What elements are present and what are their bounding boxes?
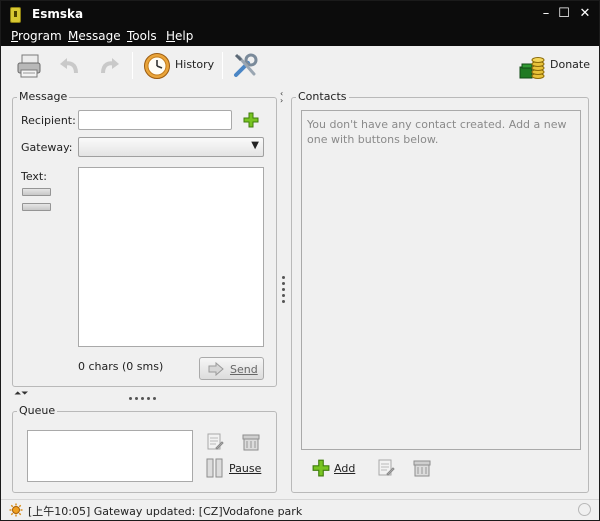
contacts-list[interactable]: You don't have any contact created. Add … xyxy=(301,110,581,450)
add-recipient-plus-icon[interactable] xyxy=(243,112,259,128)
history-button[interactable]: History xyxy=(175,58,214,71)
collapse-arrows-icon[interactable]: ⏶⏷ xyxy=(14,389,28,399)
message-legend: Message xyxy=(17,90,70,103)
toolbar: History Donate xyxy=(1,46,599,84)
gateway-update-sun-icon xyxy=(9,503,23,517)
message-panel: Message Recipient: Gateway: ▼ Text: 0 ch… xyxy=(12,90,277,387)
status-bar: [上午10:05] Gateway updated: [CZ]Vodafone … xyxy=(1,499,599,520)
app-window: Esmska – ☐ ✕ Program Message Tools Help xyxy=(0,0,600,521)
recipient-label: Recipient: xyxy=(21,114,76,127)
edit-queue-icon[interactable] xyxy=(205,432,225,452)
add-contact-button[interactable]: Add xyxy=(334,462,355,475)
gateway-select[interactable]: ▼ xyxy=(78,137,264,157)
vertical-splitter-grip[interactable] xyxy=(282,276,286,306)
menu-program[interactable]: Program xyxy=(11,29,62,44)
edit-contact-icon[interactable] xyxy=(376,458,396,478)
window-title: Esmska xyxy=(32,7,84,21)
redo-icon[interactable] xyxy=(95,52,123,80)
pause-icon[interactable] xyxy=(205,458,225,478)
activity-indicator-icon xyxy=(578,503,591,516)
donate-button[interactable]: Donate xyxy=(550,58,590,71)
compose-icon[interactable] xyxy=(15,52,43,80)
app-phone-icon xyxy=(10,7,21,23)
preferences-tools-icon[interactable] xyxy=(231,52,259,80)
menu-tools[interactable]: Tools xyxy=(127,29,157,44)
gateway-label: Gateway: xyxy=(21,141,73,154)
undo-icon[interactable] xyxy=(56,52,84,80)
title-bar[interactable]: Esmska – ☐ ✕ xyxy=(1,1,599,29)
send-button[interactable]: Send xyxy=(199,357,264,380)
contacts-legend: Contacts xyxy=(296,90,349,103)
add-contact-plus-icon[interactable] xyxy=(312,459,330,477)
chevron-down-icon: ▼ xyxy=(251,140,259,151)
menu-bar: Program Message Tools Help xyxy=(1,29,599,46)
toolbar-separator xyxy=(222,52,223,79)
send-arrow-icon xyxy=(208,362,224,376)
toolbar-separator xyxy=(132,52,133,79)
horizontal-splitter-grip[interactable] xyxy=(129,397,159,401)
contacts-panel: Contacts You don't have any contact crea… xyxy=(291,90,589,493)
char-counter: 0 chars (0 sms) xyxy=(78,360,164,373)
queue-legend: Queue xyxy=(17,404,58,417)
menu-help[interactable]: Help xyxy=(166,29,193,44)
maximize-button[interactable]: ☐ xyxy=(556,6,572,22)
delete-contact-icon[interactable] xyxy=(412,458,432,478)
status-message: [上午10:05] Gateway updated: [CZ]Vodafone … xyxy=(28,505,303,518)
text-tool-button[interactable] xyxy=(22,188,51,196)
close-button[interactable]: ✕ xyxy=(577,6,593,22)
collapse-side-arrows-icon[interactable]: ‹ › xyxy=(280,90,283,105)
contacts-empty-message: You don't have any contact created. Add … xyxy=(307,118,567,146)
recipient-input[interactable] xyxy=(78,110,232,130)
menu-message[interactable]: Message xyxy=(68,29,121,44)
text-tool-button[interactable] xyxy=(22,203,51,211)
donate-coins-icon[interactable] xyxy=(518,52,546,80)
history-clock-icon[interactable] xyxy=(143,52,171,80)
queue-list[interactable] xyxy=(27,430,193,482)
delete-queue-icon[interactable] xyxy=(241,432,261,452)
minimize-button[interactable]: – xyxy=(538,6,554,22)
pause-button[interactable]: Pause xyxy=(229,462,261,475)
queue-panel: Queue Pause xyxy=(12,404,277,493)
text-label: Text: xyxy=(21,170,47,183)
send-label: Send xyxy=(230,363,258,376)
message-text-area[interactable] xyxy=(78,167,264,347)
